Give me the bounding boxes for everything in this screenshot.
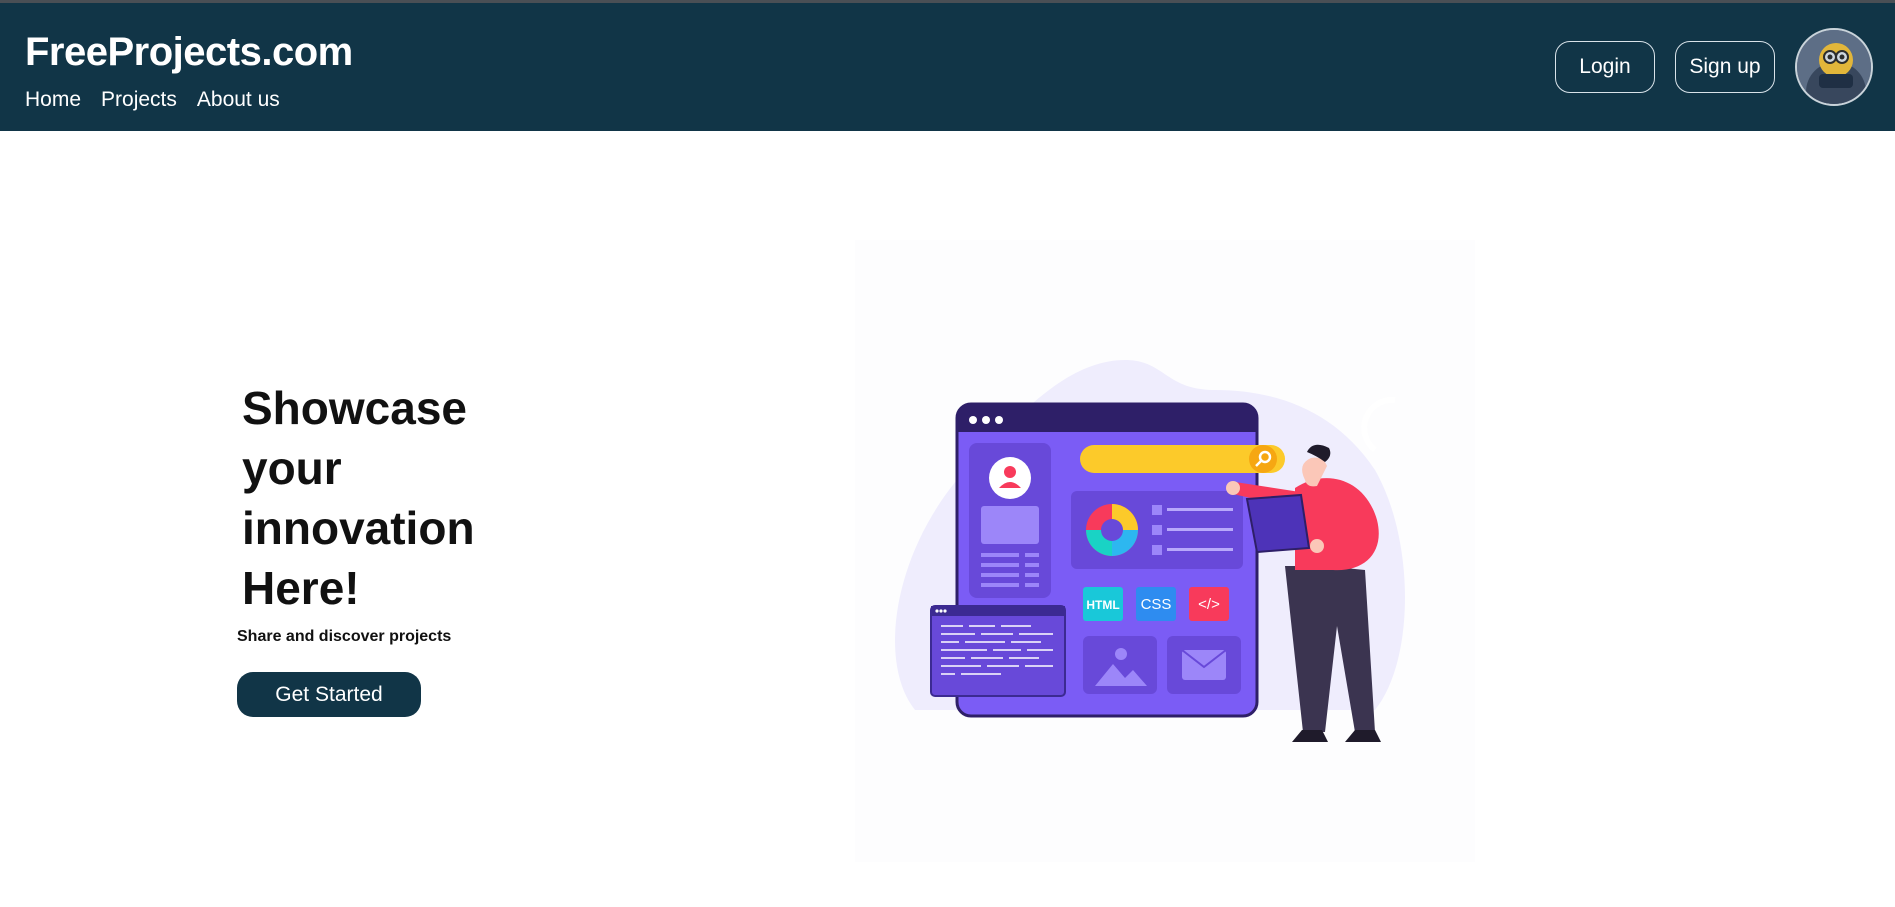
hero-title-line: innovation <box>242 502 475 554</box>
get-started-button[interactable]: Get Started <box>237 672 421 717</box>
hero-title: Showcase your innovation Here! <box>242 378 502 618</box>
nav-about-link[interactable]: About us <box>197 88 280 112</box>
nav-home-link[interactable]: Home <box>25 88 81 112</box>
site-header: FreeProjects.com Home Projects About us … <box>0 3 1895 131</box>
hero-title-line: Here! <box>242 562 360 614</box>
main-nav: Home Projects About us <box>25 88 280 112</box>
login-button[interactable]: Login <box>1555 41 1655 93</box>
html-tag: HTML <box>1086 598 1119 612</box>
css-tag: CSS <box>1141 596 1172 613</box>
code-tag: </> <box>1198 596 1220 613</box>
hero-title-line: Showcase <box>242 382 467 434</box>
nav-projects-link[interactable]: Projects <box>101 88 177 112</box>
hero-title-line: your <box>242 442 342 494</box>
hero-subtitle: Share and discover projects <box>237 628 452 645</box>
brand-logo-text[interactable]: FreeProjects.com <box>25 30 353 75</box>
user-avatar[interactable] <box>1795 28 1873 106</box>
avatar-image <box>1797 30 1871 104</box>
signup-button[interactable]: Sign up <box>1675 41 1775 93</box>
hero-illustration: HTML CSS </> <box>855 240 1475 862</box>
